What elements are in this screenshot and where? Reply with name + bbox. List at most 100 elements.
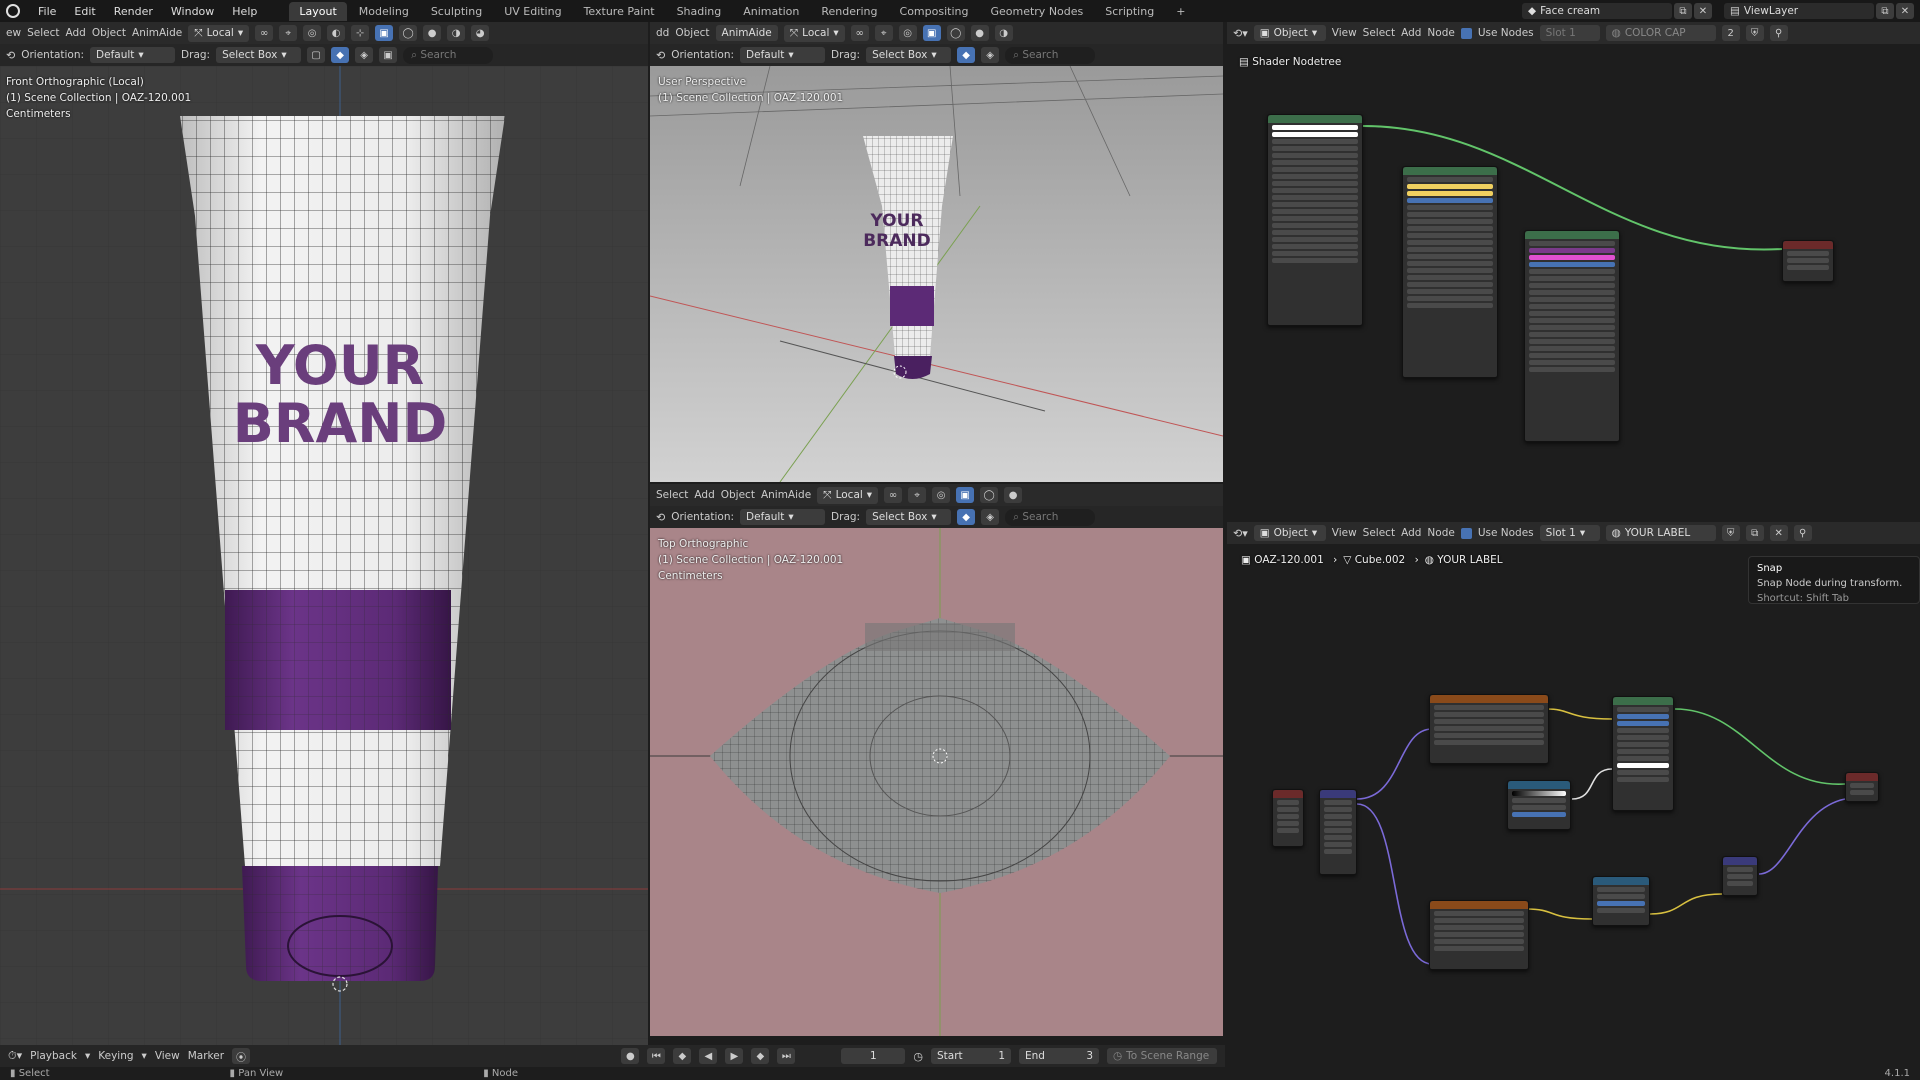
fake-user-icon[interactable]: ⛨ [1721, 525, 1740, 541]
menu-add-top[interactable]: dd [656, 27, 669, 39]
menu-edit[interactable]: Edit [66, 3, 103, 20]
select-mode-icon[interactable]: ▢ [307, 47, 326, 63]
transform-pivot-dropdown-bottom[interactable]: ⤧ Local ▾ [817, 486, 879, 504]
tab-sculpting[interactable]: Sculpting [421, 2, 492, 21]
menu-add-node-bottom[interactable]: Add [1401, 527, 1421, 539]
menu-view-timeline[interactable]: View [155, 1050, 180, 1062]
menu-animaide[interactable]: AnimAide [132, 27, 182, 39]
mode-dropdown-bottom[interactable]: ▣ Object ▾ [1253, 525, 1326, 541]
menu-keying[interactable]: Keying [98, 1050, 133, 1062]
next-keyframe-icon[interactable]: ◆ [751, 1048, 770, 1064]
vertex-select-icon[interactable]: ◆ [957, 509, 976, 525]
top-search-input[interactable]: ⌕ Search [1005, 46, 1096, 64]
play-reverse-icon[interactable]: ◀ [699, 1048, 718, 1064]
transform-pivot-dropdown-top[interactable]: ⤧ Local ▾ [783, 24, 845, 42]
menu-select-node[interactable]: Select [1363, 27, 1395, 39]
tab-rendering[interactable]: Rendering [811, 2, 887, 21]
solid-shading-icon[interactable]: ● [970, 25, 989, 41]
node-principled-bsdf[interactable] [1612, 696, 1674, 811]
link-icon[interactable]: ∞ [850, 25, 869, 41]
menu-view-node-bottom[interactable]: View [1332, 527, 1357, 539]
material-shading-icon[interactable]: ◑ [994, 25, 1013, 41]
unlink-icon[interactable]: ✕ [1769, 525, 1788, 541]
orientation-dropdown-bottom[interactable]: Default ▾ [740, 509, 826, 525]
tab-texture-paint[interactable]: Texture Paint [574, 2, 665, 21]
drag-dropdown[interactable]: Select Box ▾ [216, 47, 302, 63]
node-bump[interactable] [1592, 876, 1650, 926]
prev-keyframe-icon[interactable]: ◆ [673, 1048, 692, 1064]
view-layer-selector[interactable]: ▤ ViewLayer [1724, 3, 1874, 19]
solid-shading-icon[interactable]: ● [1004, 487, 1023, 503]
left-viewport[interactable]: YOUR BRAND Front Orthographic (Local) (1… [0, 66, 648, 1045]
node-normal-map[interactable] [1722, 856, 1758, 896]
jump-end-icon[interactable]: ⏭ [777, 1048, 796, 1064]
menu-help[interactable]: Help [224, 3, 265, 20]
drag-dropdown-bottom[interactable]: Select Box ▾ [866, 509, 952, 525]
wireframe-shading-icon[interactable]: ◯ [399, 25, 418, 41]
node-texture-coordinate[interactable] [1272, 789, 1304, 847]
node-plastic-gradient-1[interactable] [1267, 114, 1363, 326]
material-selector[interactable]: ◍ COLOR CAP [1605, 25, 1716, 41]
menu-add-bottom[interactable]: Add [694, 489, 714, 501]
orientation-dropdown[interactable]: Default ▾ [90, 47, 176, 63]
xray-icon[interactable]: ▣ [375, 25, 394, 41]
bottom-search-input[interactable]: ⌕ Search [1005, 508, 1096, 526]
proportional-icon[interactable]: ◎ [932, 487, 951, 503]
menu-playback[interactable]: Playback [30, 1050, 77, 1062]
menu-node[interactable]: Node [1427, 27, 1454, 39]
tab-animation[interactable]: Animation [733, 2, 809, 21]
snap-icon[interactable]: ⌖ [874, 25, 893, 41]
bottom-viewport[interactable]: Top Orthographic (1) Scene Collection | … [650, 528, 1223, 1036]
edge-select-icon[interactable]: ◈ [355, 47, 374, 63]
left-search-input[interactable]: ⌕ Search [403, 46, 494, 64]
menu-animaide-bottom[interactable]: AnimAide [761, 489, 811, 501]
node-material-output[interactable] [1782, 240, 1834, 282]
menu-select-node-bottom[interactable]: Select [1363, 527, 1395, 539]
tab-geometry-nodes[interactable]: Geometry Nodes [980, 2, 1093, 21]
material-shading-icon[interactable]: ◑ [447, 25, 466, 41]
snap-icon[interactable]: ⌖ [908, 487, 927, 503]
material-selector-bottom[interactable]: ◍ YOUR LABEL [1605, 525, 1716, 541]
menu-object[interactable]: Object [92, 27, 126, 39]
end-frame-field[interactable]: End 3 [1019, 1048, 1099, 1064]
tab-modeling[interactable]: Modeling [349, 2, 419, 21]
top-viewport[interactable]: YOUR BRAND User Perspective (1) Scene Co… [650, 66, 1223, 482]
fake-user-icon[interactable]: ⛨ [1745, 25, 1764, 41]
drag-dropdown-top[interactable]: Select Box ▾ [866, 47, 952, 63]
tab-shading[interactable]: Shading [667, 2, 732, 21]
menu-select[interactable]: Select [27, 27, 59, 39]
tab-layout[interactable]: Layout [289, 1, 347, 21]
menu-marker[interactable]: Marker [188, 1050, 224, 1062]
mode-dropdown[interactable]: ▣ Object ▾ [1253, 25, 1326, 41]
tab-compositing[interactable]: Compositing [890, 2, 979, 21]
menu-window[interactable]: Window [163, 3, 222, 20]
node-color-ramp[interactable] [1507, 780, 1571, 830]
face-select-icon[interactable]: ▣ [379, 47, 398, 63]
new-scene-icon[interactable]: ⧉ [1674, 3, 1692, 19]
menu-select-bottom[interactable]: Select [656, 489, 688, 501]
wireframe-shading-icon[interactable]: ◯ [980, 487, 999, 503]
jump-start-icon[interactable]: ⏮ [647, 1048, 666, 1064]
add-workspace-button[interactable]: + [1166, 2, 1195, 21]
record-icon[interactable]: ● [621, 1048, 640, 1064]
vertex-select-icon[interactable]: ◆ [957, 47, 976, 63]
tab-scripting[interactable]: Scripting [1095, 2, 1164, 21]
menu-render[interactable]: Render [106, 3, 161, 20]
transform-pivot-dropdown[interactable]: ⤧ Local ▾ [188, 24, 250, 42]
vertex-select-icon[interactable]: ◆ [331, 47, 350, 63]
blender-icon[interactable] [6, 4, 20, 18]
menu-animaide-top[interactable]: AnimAide [715, 25, 778, 41]
node-image-texture-1[interactable] [1429, 694, 1549, 764]
solid-shading-icon[interactable]: ● [423, 25, 442, 41]
edge-select-icon[interactable]: ◈ [981, 47, 1000, 63]
menu-node-bottom[interactable]: Node [1427, 527, 1454, 539]
node-plastic-gradient-2[interactable] [1402, 166, 1498, 378]
proportional-icon[interactable]: ◎ [303, 25, 322, 41]
top-node-editor[interactable]: ▤ Shader Nodetree [1227, 44, 1920, 512]
autokey-icon[interactable]: ⦿ [232, 1048, 251, 1064]
rendered-shading-icon[interactable]: ◕ [471, 25, 490, 41]
xray-icon[interactable]: ▣ [956, 487, 975, 503]
proportional-icon[interactable]: ◎ [898, 25, 917, 41]
use-nodes-checkbox[interactable] [1460, 27, 1472, 39]
new-material-icon[interactable]: ⧉ [1745, 525, 1764, 541]
